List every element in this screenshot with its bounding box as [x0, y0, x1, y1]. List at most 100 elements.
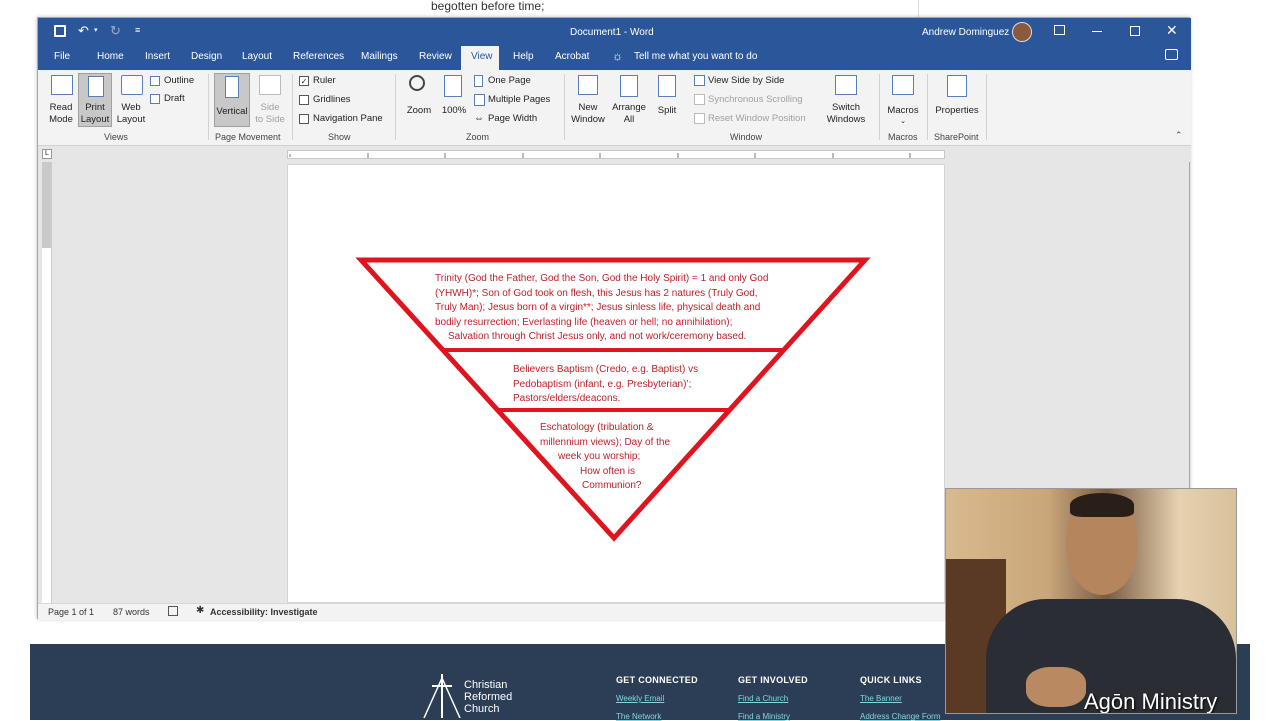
ruler-checkbox[interactable]: ✓ Ruler [299, 75, 379, 89]
svg-text:Pastors/elders/deacons.: Pastors/elders/deacons. [513, 393, 620, 404]
divider [564, 74, 565, 140]
svg-text:bodily resurrection; Everlasti: bodily resurrection; Everlasting life (h… [435, 317, 732, 328]
one-page-button[interactable]: One Page [474, 75, 564, 89]
undo-icon[interactable]: ↶ [78, 23, 89, 39]
avatar[interactable] [1012, 22, 1032, 42]
section3-line: How often is [580, 466, 635, 477]
tab-acrobat[interactable]: Acrobat [555, 51, 589, 62]
checkbox-checked[interactable]: ✓ [299, 76, 309, 86]
customize-qat-icon[interactable]: ≡ [135, 25, 140, 35]
tab-selector-icon[interactable]: L [42, 149, 52, 159]
multiple-pages-button[interactable]: Multiple Pages [474, 94, 564, 108]
minimize-icon[interactable] [1092, 31, 1102, 32]
gridlines-checkbox[interactable]: Gridlines [299, 94, 379, 108]
divider [879, 74, 880, 140]
section3-line: week you worship; [557, 451, 640, 462]
tell-me-search[interactable]: Tell me what you want to do [634, 51, 757, 62]
vertical-pages-icon [225, 76, 239, 98]
checkbox-unchecked[interactable] [299, 114, 309, 124]
draft-button[interactable]: Draft [150, 93, 210, 107]
maximize-icon[interactable] [1130, 26, 1140, 36]
footer-link[interactable]: Find a Church [738, 694, 788, 703]
macros-icon [892, 75, 914, 95]
one-page-icon [474, 75, 483, 87]
accessibility-icon: ✱ [196, 605, 205, 616]
tab-references[interactable]: References [293, 51, 344, 62]
zoom-100-button[interactable]: 100% [438, 73, 470, 127]
background-document-text: begotten before time; [431, 0, 545, 13]
close-icon[interactable]: ✕ [1166, 22, 1178, 39]
read-mode-button[interactable]: Read Mode [44, 73, 78, 125]
ribbon-display-options-icon[interactable] [1054, 25, 1065, 35]
macros-button[interactable]: Macros ⌄ [882, 73, 924, 127]
page-width-button[interactable]: ⇔ Page Width [474, 113, 564, 127]
new-window-button[interactable]: New Window [568, 73, 608, 127]
group-label-window: Window [730, 132, 763, 142]
footer-heading: GET CONNECTED [616, 675, 698, 685]
comments-icon[interactable] [1165, 49, 1178, 60]
inverted-triangle-diagram: Trinity (God the Father, God the Son, Go… [355, 257, 871, 542]
properties-button[interactable]: Properties [930, 73, 984, 127]
tab-layout[interactable]: Layout [242, 51, 272, 62]
cross-logo-icon [423, 674, 461, 718]
accessibility-status[interactable]: Accessibility: Investigate [210, 607, 318, 617]
section1-line: (YHWH)*; Son of God took on flesh, this … [435, 288, 758, 299]
tab-file[interactable]: File [54, 51, 70, 62]
svg-text:Pedobaptism (infant, e.g. Pres: Pedobaptism (infant, e.g. Presbyterian)’… [513, 379, 691, 390]
synchronous-scrolling-button: Synchronous Scrolling [694, 94, 814, 108]
properties-icon [947, 75, 967, 97]
outline-button[interactable]: Outline [150, 75, 210, 89]
split-button[interactable]: Split [650, 73, 684, 127]
draft-icon [150, 94, 160, 104]
svg-text:Communion?: Communion? [582, 480, 642, 491]
tab-design[interactable]: Design [191, 51, 222, 62]
user-name[interactable]: Andrew Dominguez [922, 27, 1009, 38]
group-label-macros: Macros [888, 132, 918, 142]
side-by-side-icon [694, 75, 705, 86]
vertical-ruler[interactable] [42, 162, 52, 603]
section2-line: Believers Baptism (Credo, e.g. Baptist) … [513, 364, 698, 375]
footer-link[interactable]: The Banner [860, 694, 902, 703]
magnifier-icon [409, 75, 425, 91]
footer-link[interactable]: Weekly Email [616, 694, 664, 703]
section2-line: Pastors/elders/deacons. [513, 393, 620, 404]
navigation-pane-checkbox[interactable]: Navigation Pane [299, 113, 394, 127]
tab-home[interactable]: Home [97, 51, 124, 62]
zoom-button[interactable]: Zoom [402, 73, 436, 127]
undo-dropdown-icon[interactable]: ▾ [94, 26, 98, 34]
horizontal-ruler-area: L [38, 146, 1191, 162]
page-count[interactable]: Page 1 of 1 [48, 607, 94, 617]
word-count[interactable]: 87 words [113, 607, 150, 617]
vertical-button[interactable]: Vertical [214, 73, 250, 127]
group-label-views: Views [104, 132, 128, 142]
section1-line: Truly Man); Jesus born of a virgin**; Je… [435, 302, 760, 313]
tab-review[interactable]: Review [419, 51, 452, 62]
svg-text:Truly Man); Jesus born of a vi: Truly Man); Jesus born of a virgin**; Je… [435, 302, 760, 313]
web-layout-button[interactable]: Web Layout [114, 73, 148, 127]
outline-icon [150, 76, 160, 86]
svg-text:Salvation through Christ Jesus: Salvation through Christ Jesus only, and… [448, 331, 746, 342]
person-hand [1026, 667, 1086, 707]
multiple-pages-icon [474, 94, 485, 106]
arrange-all-button[interactable]: Arrange All [610, 73, 648, 127]
tab-view[interactable]: View [471, 51, 493, 62]
svg-text:Eschatology (tribulation &: Eschatology (tribulation & [540, 422, 654, 433]
collapse-ribbon-icon[interactable]: ⌃ [1175, 130, 1183, 141]
logo-text: Christian [464, 679, 508, 691]
reset-position-icon [694, 113, 705, 124]
tab-insert[interactable]: Insert [145, 51, 170, 62]
tab-help[interactable]: Help [513, 51, 534, 62]
horizontal-ruler[interactable] [287, 150, 945, 159]
section3-line: millennium views); Day of the [540, 437, 670, 448]
view-side-by-side-button[interactable]: View Side by Side [694, 75, 814, 89]
vertical-ruler-margin [42, 162, 51, 248]
side-to-side-button: Side to Side [252, 73, 288, 127]
print-layout-button[interactable]: Print Layout [78, 73, 112, 127]
save-icon[interactable] [54, 25, 66, 37]
webcam-caption: Agōn Ministry [1084, 689, 1218, 714]
proofing-icon[interactable] [168, 606, 178, 616]
document-page[interactable]: Trinity (God the Father, God the Son, Go… [287, 164, 945, 603]
checkbox-unchecked[interactable] [299, 95, 309, 105]
tab-mailings[interactable]: Mailings [361, 51, 398, 62]
switch-windows-button[interactable]: Switch Windows [818, 73, 874, 127]
